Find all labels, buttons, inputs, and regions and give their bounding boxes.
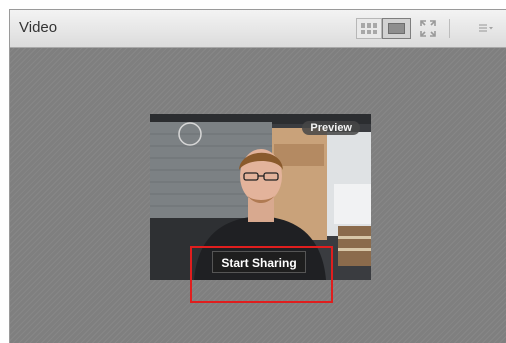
toolbar-divider [449,19,450,38]
pod-menu-button[interactable] [477,18,495,39]
pod-title: Video [19,19,58,36]
pod-menu-icon [479,24,493,32]
fullscreen-icon [420,20,436,37]
single-layout-icon [388,23,405,34]
grid-layout-button[interactable] [356,18,382,39]
single-layout-button[interactable] [382,18,411,39]
grid-cell [373,23,377,28]
grid-cell [373,29,377,34]
video-stage: Preview Start Sharing [10,48,506,343]
grid-cell [361,23,365,28]
camera-preview: Preview Start Sharing [150,114,371,280]
video-pod: Video Preview Start Sharing [9,9,506,343]
preview-badge: Preview [302,121,360,135]
start-sharing-button[interactable]: Start Sharing [212,251,306,273]
fullscreen-button[interactable] [418,18,438,39]
grid-cell [367,23,371,28]
grid-cell [361,29,365,34]
grid-cell [367,29,371,34]
pod-title-bar: Video [10,10,506,48]
